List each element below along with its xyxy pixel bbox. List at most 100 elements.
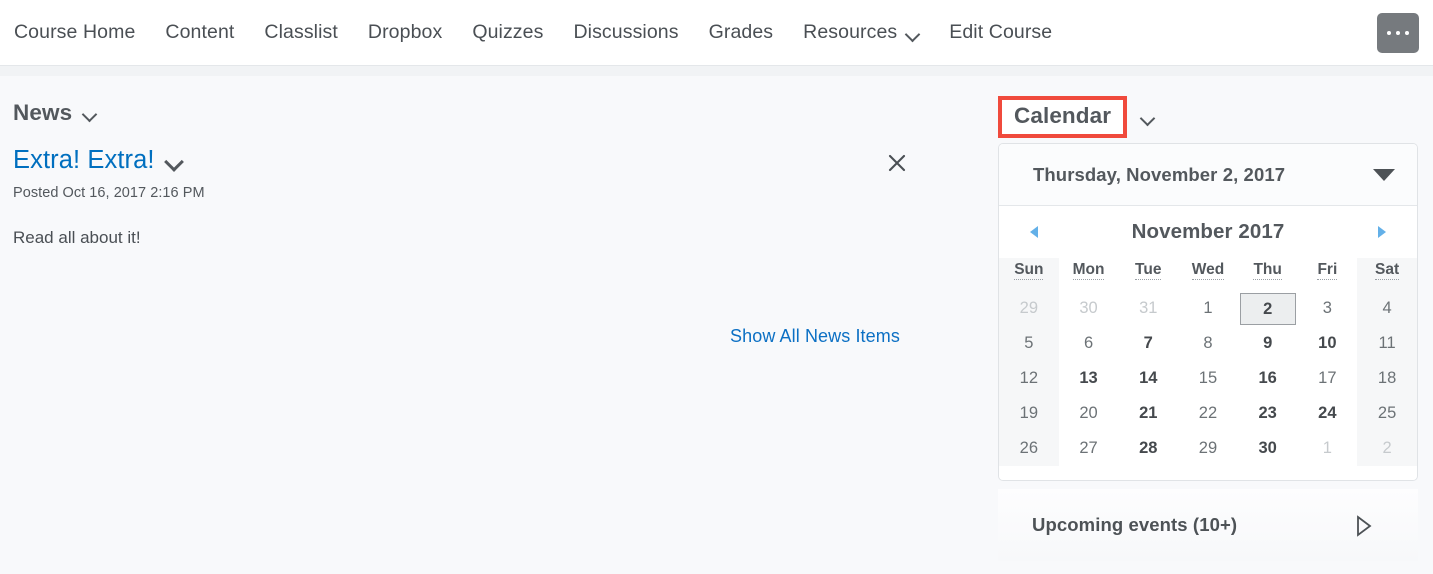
nav-item-label: Course Home <box>14 20 136 43</box>
upcoming-events-label: Upcoming events (10+) <box>1032 514 1238 535</box>
calendar-widget-title: Calendar <box>1014 103 1112 128</box>
calendar-day-cell[interactable]: 24 <box>1298 396 1358 431</box>
calendar-day-header-thu: Thu <box>1238 258 1298 291</box>
calendar-day-cell[interactable]: 12 <box>999 361 1059 396</box>
nav-item-label: Quizzes <box>472 20 544 43</box>
arrow-left-icon[interactable] <box>1028 225 1042 239</box>
calendar-day-number: 22 <box>1198 403 1218 422</box>
nav-item-classlist[interactable]: Classlist <box>249 22 353 43</box>
nav-item-resources[interactable]: Resources <box>788 22 934 43</box>
triangle-down-icon[interactable] <box>1373 168 1395 181</box>
calendar-day-number: 13 <box>1079 368 1098 387</box>
show-all-news-items-link[interactable]: Show All News Items <box>730 326 900 347</box>
calendar-day-cell[interactable]: 20 <box>1059 396 1119 431</box>
calendar-day-number: 30 <box>1258 438 1277 457</box>
calendar-day-header-mon: Mon <box>1059 258 1119 291</box>
chevron-down-icon[interactable] <box>83 109 96 117</box>
nav-item-label: Dropbox <box>367 20 443 43</box>
calendar-day-cell[interactable]: 29 <box>999 291 1059 326</box>
nav-item-quizzes[interactable]: Quizzes <box>457 20 558 43</box>
calendar-day-cell[interactable]: 28 <box>1118 431 1178 466</box>
calendar-grid-body: 29 30 31 1 2 3 4 5 6 7 8 9 10 11 12 13 14 15 16 17 18 19 20 21 2… <box>999 291 1417 466</box>
calendar-day-cell[interactable]: 5 <box>999 326 1059 361</box>
calendar-day-cell[interactable]: 29 <box>1178 431 1238 466</box>
calendar-day-number: 10 <box>1318 333 1337 352</box>
calendar-day-cell[interactable]: 10 <box>1298 326 1358 361</box>
calendar-day-cell[interactable]: 2 <box>1357 431 1417 466</box>
upcoming-events-row[interactable]: Upcoming events (10+) <box>998 489 1418 561</box>
nav-item-grades[interactable]: Grades <box>694 22 789 43</box>
triangle-right-icon[interactable] <box>1356 515 1372 537</box>
calendar-day-number: 11 <box>1378 333 1396 352</box>
news-item-title-link[interactable]: Extra! Extra! <box>13 146 155 175</box>
calendar-day-cell[interactable]: 9 <box>1238 326 1298 361</box>
calendar-week-row: 5 6 7 8 9 10 11 <box>999 326 1417 361</box>
calendar-day-cell[interactable]: 31 <box>1118 291 1178 326</box>
more-options-button[interactable] <box>1377 13 1419 53</box>
calendar-day-cell[interactable]: 18 <box>1357 361 1417 396</box>
calendar-day-number: 31 <box>1139 298 1158 317</box>
calendar-day-number: 15 <box>1198 368 1218 387</box>
ellipsis-icon <box>1386 30 1410 36</box>
news-header[interactable]: News <box>13 100 963 126</box>
calendar-day-cell[interactable]: 27 <box>1059 431 1119 466</box>
nav-item-edit-course[interactable]: Edit Course <box>934 22 1067 43</box>
calendar-day-cell[interactable]: 30 <box>1238 431 1298 466</box>
calendar-day-cell[interactable]: 30 <box>1059 291 1119 326</box>
calendar-day-cell[interactable]: 26 <box>999 431 1059 466</box>
calendar-day-cell[interactable]: 25 <box>1357 396 1417 431</box>
calendar-month-navigation: November 2017 <box>999 206 1417 258</box>
calendar-day-cell[interactable]: 2 <box>1238 291 1298 326</box>
calendar-day-cell[interactable]: 15 <box>1178 361 1238 396</box>
calendar-day-number: 1 <box>1322 438 1332 457</box>
news-widget-title: News <box>13 100 73 125</box>
calendar-day-number: 8 <box>1203 333 1213 352</box>
calendar-day-cell[interactable]: 19 <box>999 396 1059 431</box>
calendar-day-number: 30 <box>1079 298 1098 317</box>
calendar-day-cell[interactable]: 6 <box>1059 326 1119 361</box>
calendar-day-number: 21 <box>1139 403 1158 422</box>
calendar-day-cell[interactable]: 22 <box>1178 396 1238 431</box>
calendar-selected-date-bar[interactable]: Thursday, November 2, 2017 <box>999 144 1417 206</box>
calendar-month-label: November 2017 <box>1131 220 1285 243</box>
calendar-day-number: 25 <box>1377 403 1397 422</box>
calendar-day-number: 19 <box>1019 403 1039 422</box>
calendar-day-cell[interactable]: 1 <box>1178 291 1238 326</box>
calendar-day-number: 29 <box>1019 298 1039 317</box>
calendar-day-cell[interactable]: 4 <box>1357 291 1417 326</box>
calendar-title-highlight[interactable]: Calendar <box>998 96 1128 138</box>
calendar-day-header-label: Sun <box>1014 261 1044 280</box>
news-item-posted-date: Posted Oct 16, 2017 2:16 PM <box>13 185 205 201</box>
nav-item-course-home[interactable]: Course Home <box>14 20 150 43</box>
calendar-day-cell[interactable]: 13 <box>1059 361 1119 396</box>
calendar-week-row: 19 20 21 22 23 24 25 <box>999 396 1417 431</box>
calendar-day-cell[interactable]: 21 <box>1118 396 1178 431</box>
nav-item-dropbox[interactable]: Dropbox <box>353 20 457 43</box>
calendar-day-number: 9 <box>1263 333 1273 352</box>
calendar-day-cell[interactable]: 16 <box>1238 361 1298 396</box>
calendar-day-header-row: Sun Mon Tue Wed Thu Fri Sat <box>999 258 1417 291</box>
calendar-day-number: 26 <box>1019 438 1039 457</box>
chevron-down-icon[interactable] <box>166 156 182 166</box>
calendar-day-number: 1 <box>1203 298 1213 317</box>
calendar-day-cell[interactable]: 1 <box>1298 431 1358 466</box>
calendar-day-cell[interactable]: 23 <box>1238 396 1298 431</box>
nav-item-content[interactable]: Content <box>150 20 249 43</box>
calendar-week-row: 26 27 28 29 30 1 2 <box>999 431 1417 466</box>
calendar-day-cell[interactable]: 8 <box>1178 326 1238 361</box>
calendar-selected-date-label: Thursday, November 2, 2017 <box>1033 163 1286 185</box>
nav-item-label: Content <box>165 20 235 43</box>
arrow-right-icon[interactable] <box>1374 225 1388 239</box>
news-item-body: Read all about it! <box>13 228 141 247</box>
close-icon[interactable] <box>884 150 910 176</box>
course-navbar: Course Home Content Classlist Dropbox Quizze… <box>0 0 1433 66</box>
chevron-down-icon <box>906 29 919 37</box>
calendar-day-cell[interactable]: 17 <box>1298 361 1358 396</box>
calendar-day-number: 18 <box>1377 368 1397 387</box>
calendar-day-cell[interactable]: 14 <box>1118 361 1178 396</box>
calendar-day-cell[interactable]: 3 <box>1298 291 1358 326</box>
calendar-day-cell[interactable]: 11 <box>1357 326 1417 361</box>
nav-item-discussions[interactable]: Discussions <box>558 22 693 43</box>
calendar-day-cell[interactable]: 7 <box>1118 326 1178 361</box>
chevron-down-icon[interactable] <box>1141 113 1154 121</box>
